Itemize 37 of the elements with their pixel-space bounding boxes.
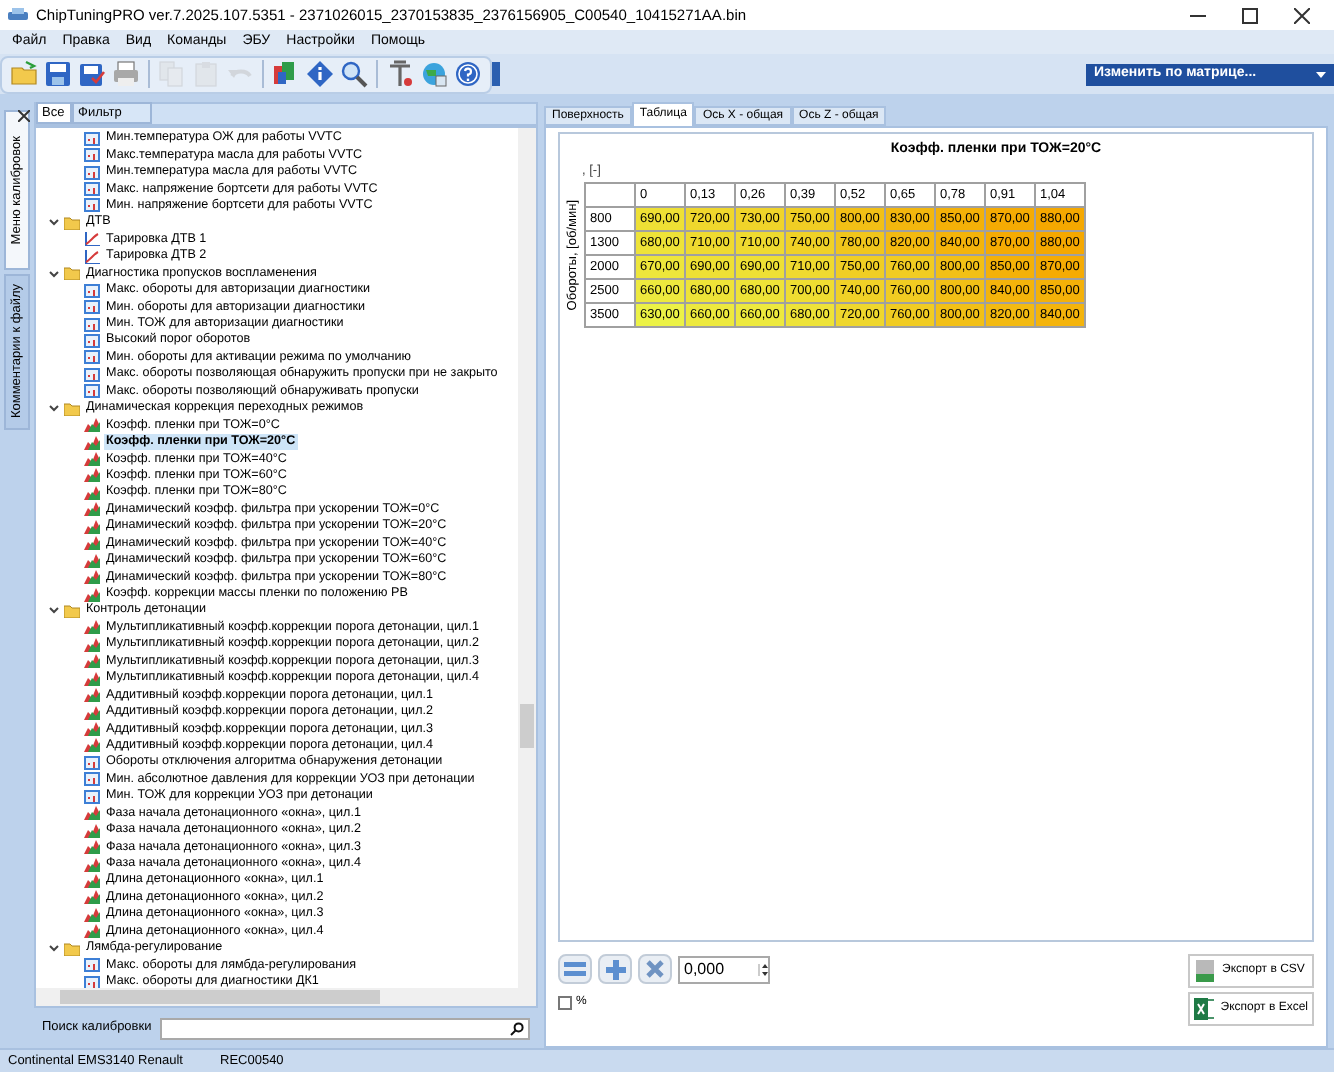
folder-icon (64, 266, 80, 281)
app-icon (8, 7, 28, 23)
equals-button[interactable] (558, 954, 592, 984)
folder-icon (64, 941, 80, 956)
pin-icon[interactable] (18, 110, 30, 122)
multiply-icon (646, 960, 664, 978)
horizontal-scrollbar[interactable] (36, 988, 536, 1006)
chevron-down-icon[interactable] (48, 604, 60, 617)
info-icon[interactable] (306, 60, 334, 88)
close-icon[interactable] (1294, 7, 1310, 23)
value-spinbox[interactable]: 0,000 (678, 955, 770, 983)
plus-icon (605, 959, 625, 979)
maximize-icon[interactable] (1242, 7, 1258, 23)
web-icon[interactable] (420, 60, 448, 88)
chevron-down-icon[interactable] (48, 267, 60, 280)
vertical-scrollbar[interactable] (518, 128, 536, 988)
spreadsheet-icon (1194, 998, 1215, 1020)
folder-icon (64, 603, 80, 618)
percent-checkbox[interactable] (558, 996, 572, 1010)
caret-icon (1316, 71, 1326, 77)
chevron-down-icon[interactable] (48, 216, 60, 229)
toolbar-grip[interactable] (492, 62, 500, 86)
add-button[interactable] (598, 954, 632, 984)
csv-file-icon (1194, 960, 1216, 982)
equals-icon (564, 962, 586, 976)
chevron-down-icon[interactable] (48, 942, 60, 955)
save-as-icon[interactable] (78, 60, 106, 88)
multiply-button[interactable] (638, 954, 672, 984)
search-field[interactable] (159, 1017, 530, 1039)
save-icon[interactable] (44, 60, 72, 88)
search-icon (510, 1021, 524, 1035)
folder-icon (64, 401, 80, 416)
chevron-down-icon[interactable] (48, 402, 60, 415)
zoom-icon[interactable] (340, 60, 368, 88)
open-icon[interactable] (10, 60, 38, 88)
help-icon[interactable] (454, 60, 482, 88)
folder-icon (64, 215, 80, 230)
